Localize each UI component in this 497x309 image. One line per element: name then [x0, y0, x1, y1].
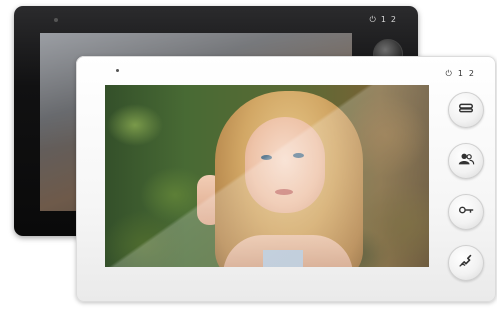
back-indicator-row: ⏻ 1 2	[369, 15, 396, 25]
line-2-indicator: 2	[390, 15, 396, 24]
monitor-button[interactable]	[448, 143, 484, 179]
hangup-button[interactable]	[448, 245, 484, 281]
users-icon	[457, 150, 475, 172]
front-indicator-row: ⏻ 1 2	[445, 69, 474, 79]
hangup-icon	[457, 252, 475, 274]
key-icon	[457, 201, 475, 223]
unlock-button[interactable]	[448, 194, 484, 230]
girl-right-eye	[293, 153, 304, 158]
front-camera-lens	[116, 69, 119, 72]
line-1-indicator: 1	[380, 15, 386, 24]
phone-handset-icon	[457, 99, 475, 121]
answer-button[interactable]	[448, 92, 484, 128]
girl-face	[245, 117, 325, 213]
video-screen	[105, 85, 429, 267]
girl-lips	[275, 189, 293, 195]
girl-top	[263, 250, 303, 267]
side-button-column	[448, 92, 484, 281]
power-indicator: ⏻	[445, 69, 452, 78]
line-1-indicator: 1	[457, 69, 463, 78]
back-camera-lens	[54, 18, 58, 22]
girl-left-eye	[261, 155, 272, 160]
line-2-indicator: 2	[468, 69, 474, 78]
front-monitor: ⏻ 1 2	[76, 56, 496, 302]
power-indicator: ⏻	[369, 15, 376, 24]
product-scene: ⏻ 1 2 ⏻ 1 2	[0, 0, 497, 309]
